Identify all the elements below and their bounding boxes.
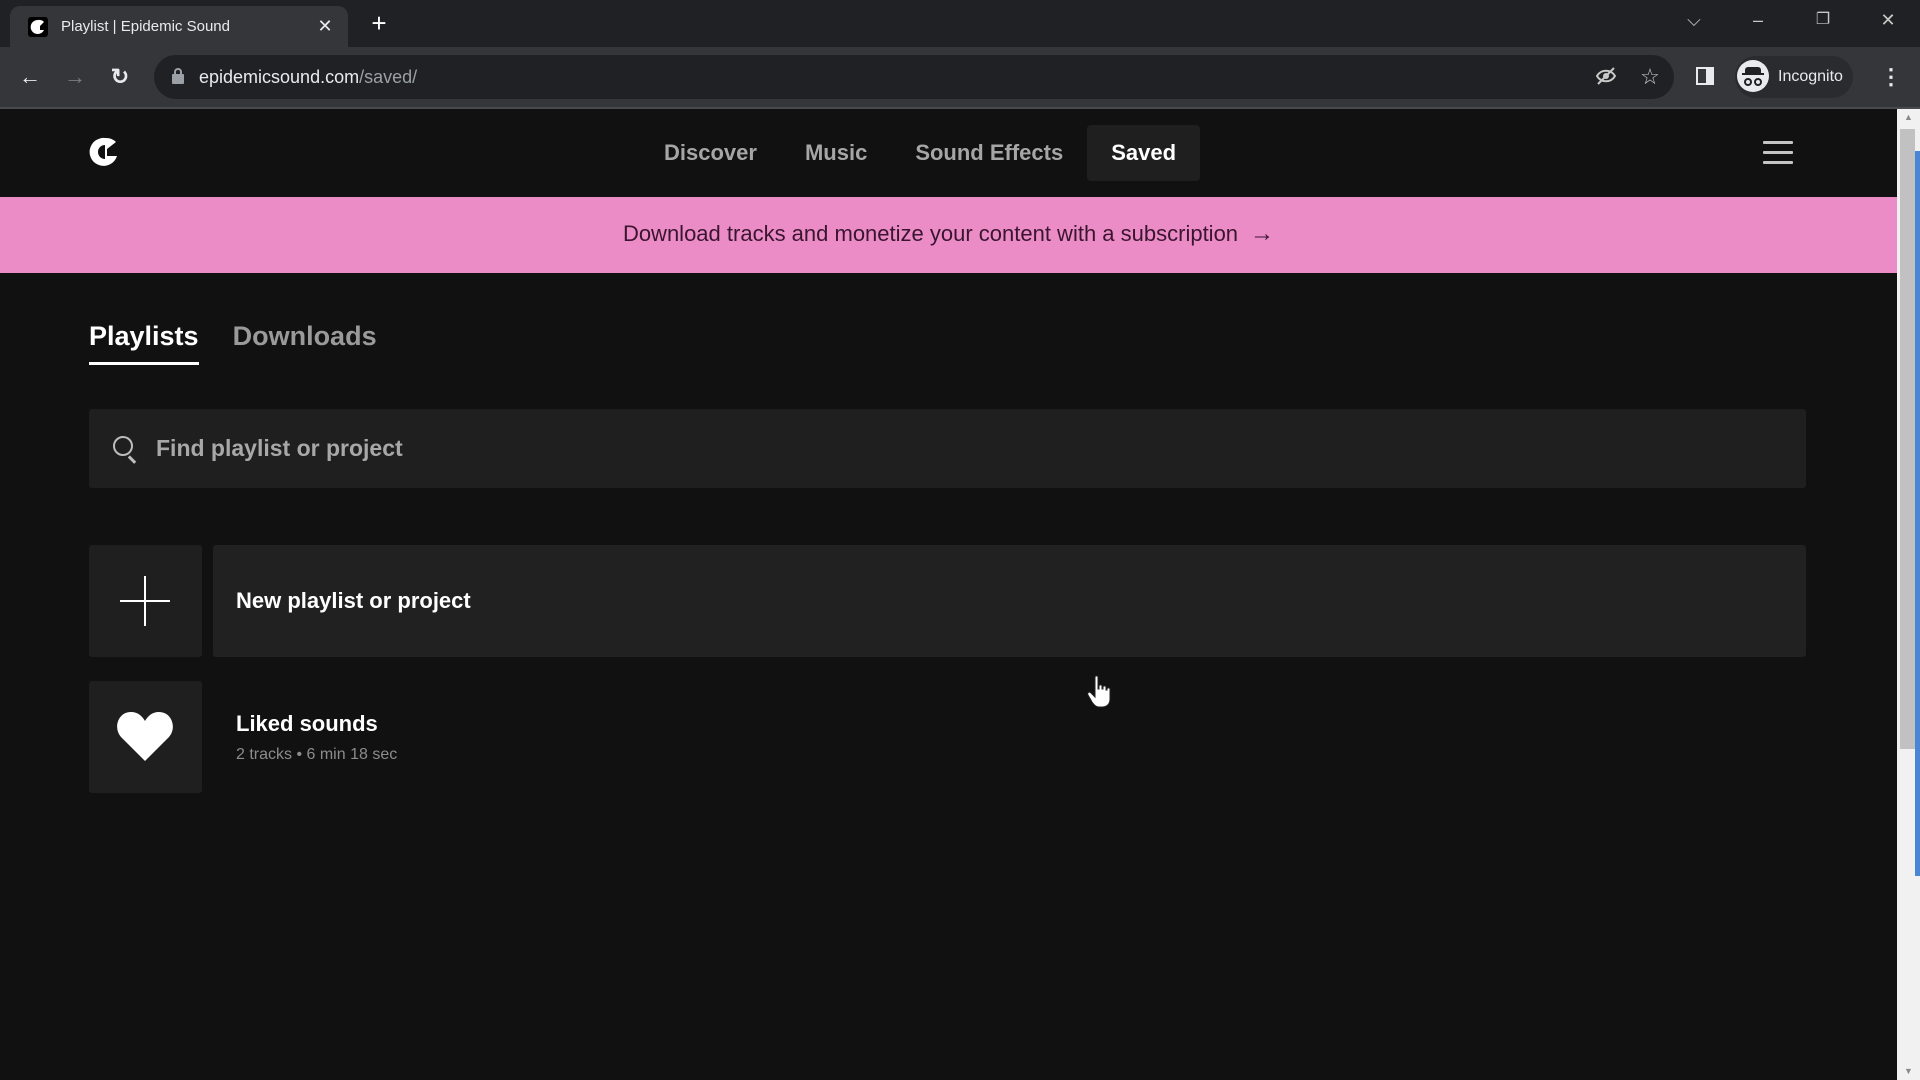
- reload-button[interactable]: ↻: [105, 62, 135, 92]
- incognito-profile-button[interactable]: Incognito: [1735, 56, 1853, 98]
- eye-off-icon[interactable]: [1594, 65, 1618, 89]
- url-text[interactable]: epidemicsound.com/saved/: [199, 66, 417, 88]
- nav-music[interactable]: Music: [781, 125, 891, 181]
- url-host: epidemicsound.com: [199, 67, 360, 87]
- side-panel-icon[interactable]: [1696, 67, 1714, 85]
- new-tab-button[interactable]: +: [366, 10, 392, 37]
- browser-titlebar: Playlist | Epidemic Sound ✕ + ⌵ – ❐ ✕: [0, 0, 1920, 47]
- search-input[interactable]: [156, 409, 1776, 488]
- banner-text[interactable]: Download tracks and monetize your conten…: [623, 221, 1238, 247]
- bookmark-star-icon[interactable]: ☆: [1638, 65, 1662, 89]
- playlist-search: [89, 409, 1806, 488]
- liked-sounds-row[interactable]: Liked sounds 2 tracks • 6 min 18 sec: [89, 681, 1806, 793]
- url-path: /saved/: [359, 67, 418, 87]
- liked-sounds-meta: 2 tracks • 6 min 18 sec: [236, 746, 398, 763]
- epidemic-sound-logo-icon[interactable]: [89, 136, 119, 168]
- epidemic-favicon-icon: [28, 17, 48, 37]
- scrollbar-thumb[interactable]: [1900, 129, 1915, 749]
- incognito-label: Incognito: [1778, 68, 1843, 85]
- restore-button[interactable]: ❐: [1803, 6, 1843, 34]
- tab-playlists[interactable]: Playlists: [89, 316, 199, 365]
- tab-search-chevron-icon[interactable]: ⌵: [1674, 6, 1714, 34]
- subscription-banner[interactable]: Download tracks and monetize your conten…: [0, 197, 1897, 273]
- scroll-down-arrow-icon[interactable]: ▼: [1897, 1063, 1920, 1080]
- new-playlist-label[interactable]: New playlist or project: [236, 587, 471, 615]
- main-nav: Discover Music Sound Effects Saved: [640, 125, 1201, 181]
- nav-discover[interactable]: Discover: [640, 125, 781, 181]
- page-content: Discover Music Sound Effects Saved Downl…: [0, 109, 1897, 1080]
- new-playlist-row[interactable]: New playlist or project: [89, 545, 1806, 657]
- heart-icon: [117, 712, 173, 761]
- hamburger-menu-icon[interactable]: [1763, 141, 1793, 165]
- site-header: Discover Music Sound Effects Saved: [0, 109, 1897, 197]
- scrollbar-accent: [1915, 151, 1920, 876]
- tab-downloads[interactable]: Downloads: [233, 316, 377, 365]
- plus-icon: [120, 576, 170, 626]
- arrow-right-icon[interactable]: →: [1250, 221, 1274, 247]
- search-icon: [113, 436, 137, 464]
- browser-tab-active[interactable]: Playlist | Epidemic Sound ✕: [10, 6, 348, 47]
- tab-close-icon[interactable]: ✕: [314, 15, 336, 37]
- forward-button[interactable]: →: [60, 62, 90, 92]
- browser-toolbar: ← → ↻ epidemicsound.com/saved/ ☆ Incogni…: [0, 47, 1920, 107]
- minimize-button[interactable]: –: [1738, 6, 1778, 34]
- page-scrollbar[interactable]: ▲ ▼: [1897, 109, 1920, 1080]
- address-bar[interactable]: epidemicsound.com/saved/ ☆: [154, 55, 1674, 99]
- close-window-button[interactable]: ✕: [1868, 6, 1908, 34]
- nav-saved[interactable]: Saved: [1087, 125, 1201, 181]
- scroll-up-arrow-icon[interactable]: ▲: [1897, 109, 1920, 126]
- browser-menu-icon[interactable]: ⋮: [1880, 62, 1902, 92]
- new-playlist-thumb[interactable]: [89, 545, 202, 657]
- tab-title: Playlist | Epidemic Sound: [61, 18, 230, 35]
- hand-cursor-icon: [1087, 675, 1111, 708]
- back-button[interactable]: ←: [15, 62, 45, 92]
- liked-sounds-title[interactable]: Liked sounds: [236, 710, 378, 738]
- lock-icon[interactable]: [172, 68, 184, 84]
- incognito-icon: [1737, 60, 1769, 92]
- saved-tabs: Playlists Downloads: [89, 316, 377, 365]
- nav-sound-effects[interactable]: Sound Effects: [891, 125, 1087, 181]
- liked-sounds-thumb[interactable]: [89, 681, 202, 793]
